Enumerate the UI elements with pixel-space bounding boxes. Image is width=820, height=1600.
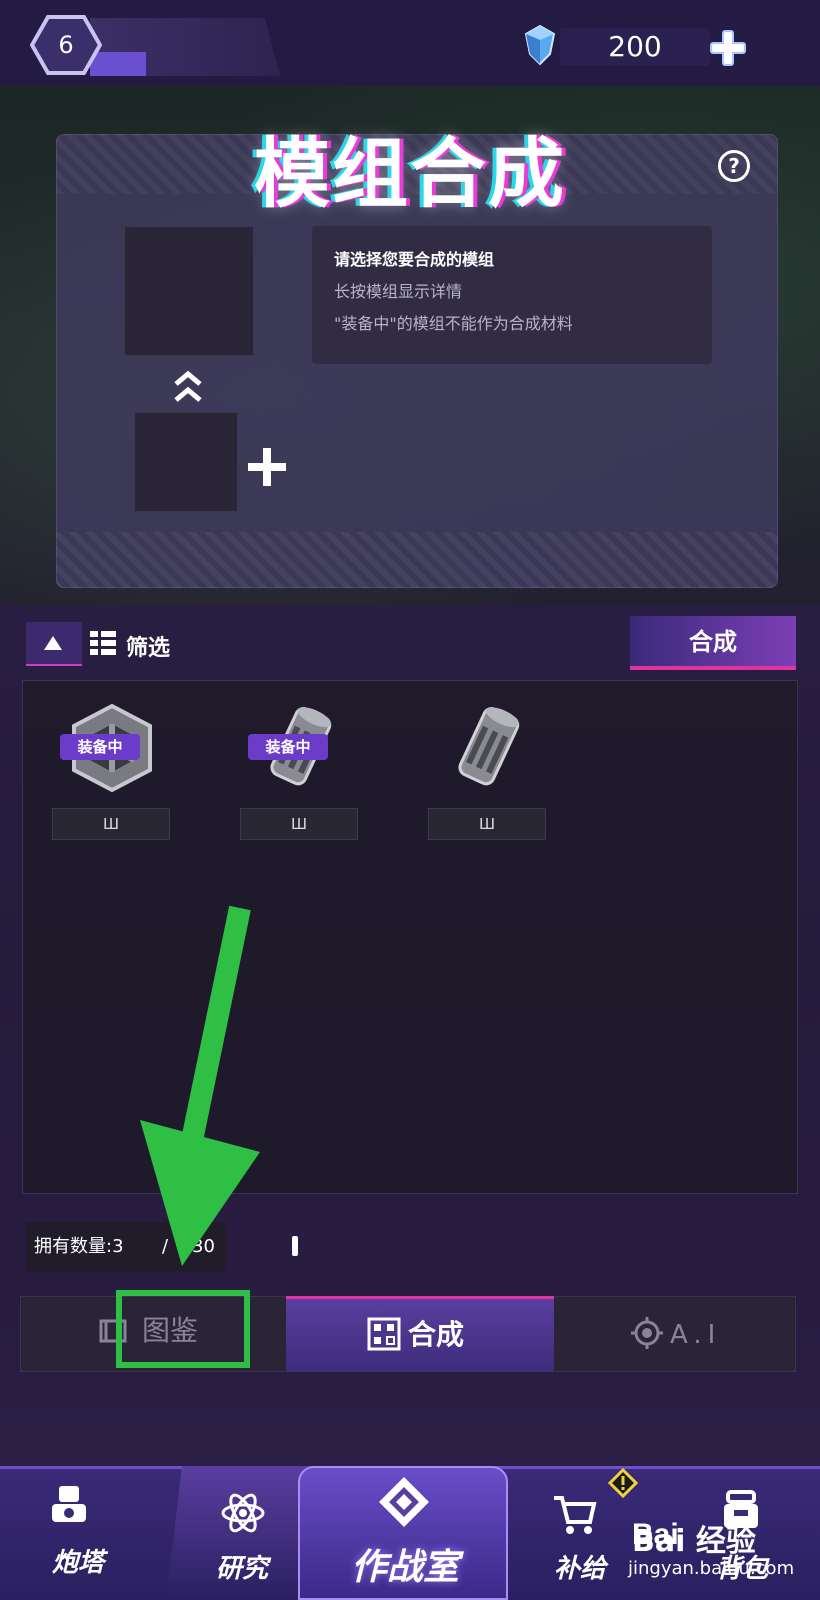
annotation-highlight-box xyxy=(116,1290,250,1368)
cylinder-module-icon xyxy=(458,707,520,786)
module-level: Ш xyxy=(52,808,170,840)
instruction-long-press: 长按模组显示详情 xyxy=(334,282,463,301)
nav-war-room[interactable]: 作战室 xyxy=(310,1538,500,1590)
filter-label[interactable]: 筛选 xyxy=(126,630,170,662)
page-title: 模组合成 xyxy=(254,129,566,218)
nav-turret[interactable]: 炮塔 xyxy=(8,1542,148,1579)
module-item[interactable]: Ш xyxy=(428,700,548,850)
filter-grid-icon[interactable] xyxy=(88,628,118,658)
tab-synthesis-label[interactable]: 合成 xyxy=(408,1310,464,1360)
double-chevron-up-icon xyxy=(174,370,202,402)
module-level: Ш xyxy=(240,808,358,840)
module-item[interactable]: 装备中 Ш xyxy=(240,700,360,850)
nav-research[interactable]: 研究 xyxy=(172,1548,312,1585)
diamond-emblem-icon xyxy=(379,1477,429,1527)
target-module-slot[interactable] xyxy=(124,226,254,356)
gem-count: 200 xyxy=(608,30,662,63)
module-item[interactable]: 装备中 Ш xyxy=(52,700,172,850)
diamond-icon xyxy=(524,24,556,66)
player-level: 6 xyxy=(58,31,74,59)
turret-icon xyxy=(52,1486,86,1522)
chip-icon xyxy=(631,1317,663,1349)
tab-ai[interactable]: A.I xyxy=(670,1310,721,1360)
triangle-up-icon xyxy=(44,636,62,650)
qr-grid-icon xyxy=(367,1317,401,1351)
module-level: Ш xyxy=(428,808,546,840)
instruction-equipped: "装备中"的模组不能作为合成材料 xyxy=(334,314,573,333)
add-material-icon[interactable] xyxy=(246,446,288,488)
atom-icon xyxy=(221,1493,265,1533)
annotation-arrow xyxy=(140,905,260,1266)
synthesize-button[interactable]: 合成 xyxy=(630,616,796,670)
alert-icon xyxy=(608,1468,638,1498)
equipped-badge: 装备中 xyxy=(60,734,140,760)
watermark-url: jingyan.baidu.com xyxy=(628,1558,795,1579)
watermark-brand: Bai 经验 xyxy=(632,1524,756,1559)
panel-bottom-pattern xyxy=(56,532,778,588)
equipped-badge: 装备中 xyxy=(248,734,328,760)
instruction-select: 请选择您要合成的模组 xyxy=(334,250,495,269)
help-button[interactable]: ? xyxy=(718,150,750,182)
scroll-indicator xyxy=(292,1236,298,1256)
material-module-slot[interactable] xyxy=(134,412,238,512)
add-gems-button[interactable] xyxy=(706,26,750,70)
cart-icon xyxy=(554,1496,597,1534)
